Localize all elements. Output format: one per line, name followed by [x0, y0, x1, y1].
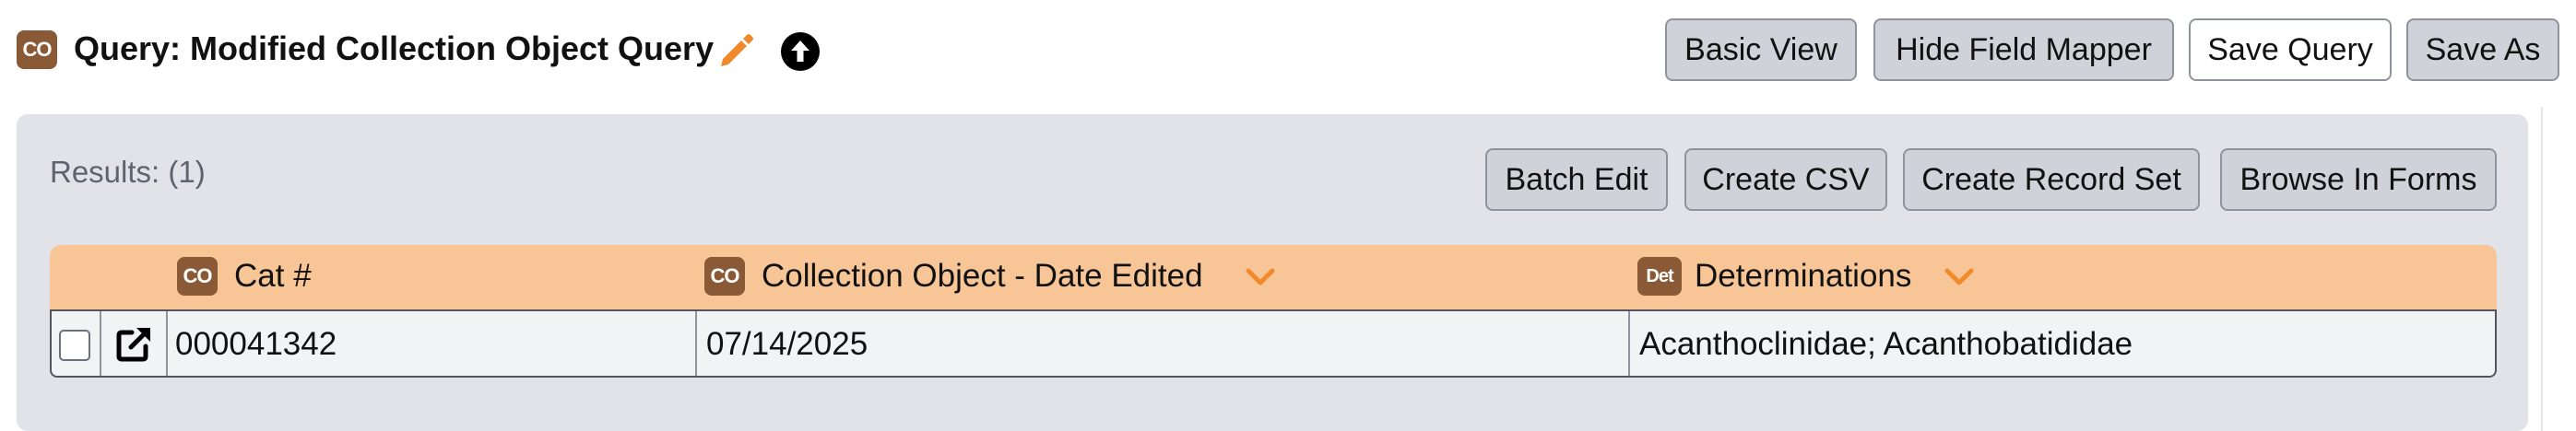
column-header-date-edited[interactable]: Collection Object - Date Edited — [762, 258, 1203, 295]
row-open-cell — [101, 311, 168, 376]
create-record-set-button[interactable]: Create Record Set — [1903, 148, 2200, 211]
date-edited-value: 07/14/2025 — [706, 326, 869, 362]
basic-view-button[interactable]: Basic View — [1665, 18, 1857, 81]
results-table-header: CO Cat # CO Collection Object - Date Edi… — [50, 245, 2497, 309]
create-csv-button[interactable]: Create CSV — [1684, 148, 1887, 211]
cat-number-value: 000041342 — [175, 326, 337, 362]
collection-object-table-icon: CO — [17, 30, 57, 69]
external-link-icon[interactable] — [116, 325, 153, 362]
circle-arrow-up-icon[interactable] — [780, 31, 821, 72]
cell-determinations: Acanthoclinidae; Acanthobatididae — [1630, 311, 2495, 376]
cell-date-edited: 07/14/2025 — [697, 311, 1630, 376]
chevron-down-icon[interactable] — [1944, 267, 1975, 287]
chevron-down-icon[interactable] — [1245, 267, 1276, 287]
query-header: CO Query: Modified Collection Object Que… — [0, 0, 2576, 107]
hide-field-mapper-button[interactable]: Hide Field Mapper — [1873, 18, 2174, 81]
collection-object-table-icon: CO — [177, 257, 218, 296]
scrollbar-track[interactable] — [2541, 107, 2543, 431]
row-checkbox[interactable] — [59, 330, 90, 361]
save-as-button[interactable]: Save As — [2406, 18, 2559, 81]
batch-edit-button[interactable]: Batch Edit — [1485, 148, 1668, 211]
pencil-icon[interactable] — [715, 29, 756, 70]
cell-cat-number: 000041342 — [168, 311, 697, 376]
column-header-determinations[interactable]: Determinations — [1695, 258, 1911, 295]
browse-in-forms-button[interactable]: Browse In Forms — [2220, 148, 2497, 211]
save-query-button[interactable]: Save Query — [2189, 18, 2392, 81]
table-row: 000041342 07/14/2025 Acanthoclinidae; Ac… — [50, 309, 2497, 378]
column-header-cat-number[interactable]: Cat # — [234, 258, 312, 295]
collection-object-table-icon: CO — [704, 257, 745, 296]
determination-table-icon: Det — [1637, 257, 1682, 296]
results-count: Results: (1) — [50, 155, 206, 189]
row-select-cell — [52, 311, 101, 376]
query-title: Query: Modified Collection Object Query — [74, 29, 715, 67]
determinations-value: Acanthoclinidae; Acanthobatididae — [1639, 326, 2133, 362]
